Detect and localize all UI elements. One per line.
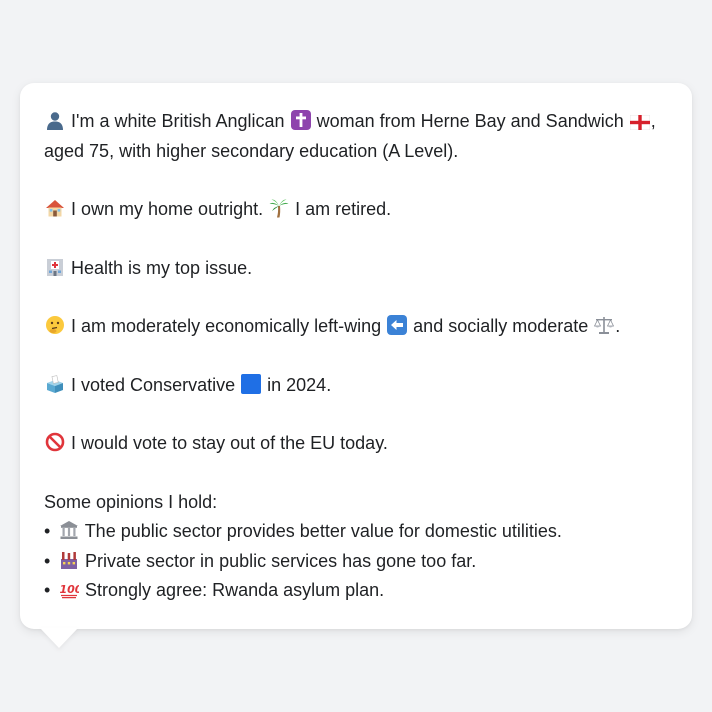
balance-scale-icon (593, 315, 615, 335)
ballot-box-icon (44, 374, 66, 394)
person-silhouette-icon (44, 110, 66, 130)
identity-line2: aged 75, with higher secondary education… (44, 140, 459, 161)
identity-paragraph: I'm a white British Anglican woman from … (44, 107, 668, 166)
retired-text: I am retired. (295, 199, 392, 219)
vote-year-text: in 2024. (267, 374, 332, 395)
factory-icon (58, 550, 80, 570)
eu-text: I would vote to stay out of the EU today… (71, 433, 388, 453)
list-item: • The public sector provides better valu… (44, 517, 668, 547)
identity-text-middle: woman from Herne Bay and Sandwich (316, 111, 624, 131)
latin-cross-icon (290, 110, 312, 130)
list-item: • Private sector in public services has … (44, 547, 668, 577)
hundred-points-icon: 100 (58, 579, 83, 599)
opinion-text: The public sector provides better value … (84, 521, 562, 541)
politics-text-after: . (615, 316, 621, 336)
list-item: • 100 Strongly agree: Rwanda asylum plan. (44, 576, 668, 606)
thinking-face-icon (44, 315, 66, 335)
svg-text:100: 100 (60, 583, 80, 596)
blue-square-icon (240, 373, 262, 394)
bullet-marker: • (44, 521, 51, 541)
opinion-text: Private sector in public services has go… (85, 550, 477, 571)
prohibited-icon (44, 432, 66, 452)
identity-text: I'm a white British Anglican (71, 111, 285, 131)
left-arrow-icon (386, 315, 408, 335)
palm-tree-icon (268, 198, 290, 218)
eu-paragraph: I would vote to stay out of the EU today… (44, 429, 668, 459)
house-icon (44, 198, 66, 218)
classical-building-icon (58, 520, 80, 540)
vote-text: I voted Conservative (71, 374, 236, 395)
hospital-icon (44, 257, 66, 277)
issue-paragraph: Health is my top issue. (44, 254, 668, 284)
persona-message-bubble: I'm a white British Anglican woman from … (20, 83, 692, 629)
issue-text: Health is my top issue. (71, 257, 253, 278)
opinions-section: Some opinions I hold: • The public secto… (44, 488, 668, 606)
england-flag-icon (629, 114, 651, 131)
opinions-heading: Some opinions I hold: (44, 491, 218, 512)
politics-text: I am moderately economically left-wing (71, 316, 382, 336)
politics-text-middle: and socially moderate (413, 316, 589, 336)
bullet-marker: • (44, 550, 51, 571)
bubble-tail (40, 628, 78, 648)
politics-paragraph: I am moderately economically left-wing a… (44, 312, 668, 342)
housing-text: I own my home outright. (71, 199, 264, 219)
opinion-text: Strongly agree: Rwanda asylum plan. (85, 580, 385, 600)
vote-paragraph: I voted Conservative in 2024. (44, 371, 668, 401)
identity-text-after: , (650, 111, 656, 131)
bullet-marker: • (44, 580, 51, 600)
housing-paragraph: I own my home outright. I am retired. (44, 195, 668, 225)
